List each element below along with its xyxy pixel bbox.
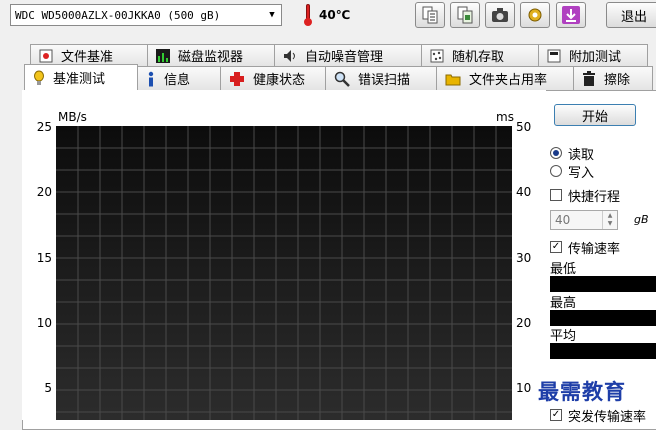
folder-icon bbox=[445, 72, 461, 86]
random-access-icon bbox=[430, 49, 444, 63]
tab-acoustic-management[interactable]: 自动噪音管理 bbox=[274, 44, 422, 66]
tab-label: 错误扫描 bbox=[358, 73, 411, 88]
camera-icon bbox=[492, 8, 508, 22]
min-value-box bbox=[550, 276, 656, 292]
benchmark-graph: MB/s ms 25 20 15 10 5 50 40 30 20 10 bbox=[22, 90, 546, 420]
tab-label: 附加测试 bbox=[569, 50, 622, 65]
tab-benchmark[interactable]: 基准测试 bbox=[24, 64, 138, 90]
download-icon bbox=[562, 6, 580, 24]
trash-icon bbox=[582, 70, 596, 87]
magnifier-icon bbox=[334, 71, 350, 87]
read-radio-indicator[interactable] bbox=[550, 147, 562, 159]
max-value-box bbox=[550, 310, 656, 326]
temperature-value: 40℃ bbox=[319, 8, 351, 22]
copy-screenshot-icon bbox=[457, 6, 473, 24]
quick-stroke-label: 快捷行程 bbox=[568, 189, 621, 205]
tab-info[interactable]: 信息 bbox=[137, 66, 221, 90]
copy-text-icon bbox=[422, 6, 438, 24]
exit-button-label: 退出 bbox=[621, 9, 648, 25]
drive-select[interactable]: WDC WD5000AZLX-00JKKA0 (500 gB) ▼ bbox=[10, 4, 282, 26]
right-tick-label: 10 bbox=[516, 381, 531, 395]
right-unit-label: ms bbox=[496, 110, 514, 124]
tab-label: 自动噪音管理 bbox=[305, 50, 384, 65]
right-tick-label: 40 bbox=[516, 185, 531, 199]
graph-svg: MB/s ms 25 20 15 10 5 50 40 30 20 10 bbox=[37, 110, 531, 420]
tab-folder-usage[interactable]: 文件夹占用率 bbox=[436, 66, 574, 90]
spinner-arrows[interactable]: ▲ ▼ bbox=[602, 211, 617, 229]
avg-value-box bbox=[550, 343, 656, 359]
quick-stroke-check[interactable] bbox=[550, 189, 562, 201]
file-benchmark-icon bbox=[39, 49, 53, 63]
copy-text-button[interactable] bbox=[415, 2, 445, 28]
tab-label: 磁盘监视器 bbox=[178, 50, 244, 65]
transfer-rate-check[interactable]: ✓ bbox=[550, 241, 562, 253]
right-tick-label: 50 bbox=[516, 120, 531, 134]
left-tick-label: 15 bbox=[37, 251, 52, 265]
write-radio-indicator[interactable] bbox=[550, 165, 562, 177]
save-button[interactable] bbox=[556, 2, 586, 28]
lightbulb-icon bbox=[33, 70, 45, 86]
tab-extra-tests[interactable]: 附加测试 bbox=[538, 44, 648, 66]
left-tick-label: 10 bbox=[37, 316, 52, 330]
read-radio-label: 读取 bbox=[568, 147, 595, 163]
tab-row-1: 文件基准 磁盘监视器 自动噪音管理 随机存取 附加测试 bbox=[30, 44, 648, 66]
read-radio[interactable]: 读取 bbox=[550, 144, 595, 163]
start-button[interactable]: 开始 bbox=[554, 104, 636, 126]
info-icon bbox=[146, 71, 156, 87]
transfer-rate-checkbox[interactable]: ✓ 传输速率 bbox=[550, 238, 621, 257]
tab-label: 擦除 bbox=[604, 73, 631, 88]
burst-rate-checkbox[interactable]: ✓ 突发传输速率 bbox=[550, 406, 647, 425]
settings-icon bbox=[528, 8, 542, 22]
write-radio[interactable]: 写入 bbox=[550, 162, 595, 181]
max-label: 最高 bbox=[550, 296, 577, 311]
drive-select-value: WDC WD5000AZLX-00JKKA0 (500 gB) bbox=[15, 8, 221, 22]
right-tick-label: 30 bbox=[516, 251, 531, 265]
tab-erase[interactable]: 擦除 bbox=[573, 66, 653, 90]
tab-error-scan[interactable]: 错误扫描 bbox=[325, 66, 437, 90]
quick-stroke-value: 40 bbox=[555, 213, 571, 227]
burst-rate-check[interactable]: ✓ bbox=[550, 409, 562, 421]
extra-tests-icon bbox=[547, 49, 561, 63]
tab-health[interactable]: 健康状态 bbox=[220, 66, 326, 90]
watermark: 最需教育 bbox=[538, 379, 626, 404]
tab-label: 随机存取 bbox=[452, 50, 505, 65]
red-cross-icon bbox=[229, 71, 245, 87]
tab-label: 文件基准 bbox=[61, 50, 114, 65]
tab-label: 健康状态 bbox=[253, 73, 306, 88]
avg-label: 平均 bbox=[550, 329, 577, 344]
copy-screenshot-button[interactable] bbox=[450, 2, 480, 28]
toolbar: WDC WD5000AZLX-00JKKA0 (500 gB) ▼ 40℃ 退出 bbox=[0, 0, 656, 34]
screenshot-button[interactable] bbox=[485, 2, 515, 28]
left-unit-label: MB/s bbox=[58, 110, 87, 124]
left-tick-label: 25 bbox=[37, 120, 52, 134]
tab-label: 信息 bbox=[164, 73, 191, 88]
tab-label: 文件夹占用率 bbox=[469, 73, 548, 88]
transfer-rate-label: 传输速率 bbox=[568, 241, 621, 257]
thermometer-icon bbox=[303, 4, 313, 26]
min-label: 最低 bbox=[550, 262, 577, 277]
side-controls: 开始 读取 写入 快捷行程 40 ▲ ▼ gB ✓ 传输速率 最低 最高 平均 ✓… bbox=[548, 92, 656, 425]
chevron-down-icon[interactable]: ▼ bbox=[263, 5, 281, 25]
exit-button[interactable]: 退出 bbox=[606, 2, 656, 28]
temperature-display: 40℃ bbox=[303, 3, 350, 27]
tab-label: 基准测试 bbox=[53, 72, 106, 87]
right-tick-label: 20 bbox=[516, 316, 531, 330]
tab-file-benchmark[interactable]: 文件基准 bbox=[30, 44, 148, 66]
options-button[interactable] bbox=[520, 2, 550, 28]
speaker-icon bbox=[283, 49, 297, 63]
write-radio-label: 写入 bbox=[568, 165, 595, 181]
tab-random-access[interactable]: 随机存取 bbox=[421, 44, 539, 66]
quick-stroke-spinner[interactable]: 40 ▲ ▼ bbox=[550, 210, 618, 230]
left-tick-label: 5 bbox=[44, 381, 52, 395]
tab-row-2: 基准测试 信息 健康状态 错误扫描 文件夹占用率 擦除 bbox=[24, 64, 653, 90]
left-tick-label: 20 bbox=[37, 185, 52, 199]
disk-monitor-icon bbox=[156, 48, 170, 63]
quick-stroke-unit: gB bbox=[634, 213, 649, 226]
tab-disk-monitor[interactable]: 磁盘监视器 bbox=[147, 44, 275, 66]
burst-rate-label: 突发传输速率 bbox=[568, 409, 647, 425]
start-button-label: 开始 bbox=[581, 109, 608, 125]
quick-stroke-checkbox[interactable]: 快捷行程 bbox=[550, 186, 621, 205]
